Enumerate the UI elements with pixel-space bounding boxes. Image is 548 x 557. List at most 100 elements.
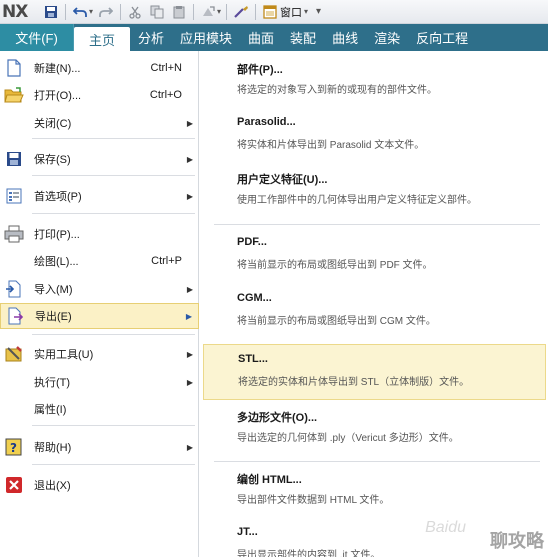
export-item-title: 多边形文件(O)... bbox=[237, 412, 318, 424]
chevron-right-icon: ▶ bbox=[186, 118, 193, 128]
chevron-right-icon: ▶ bbox=[185, 311, 192, 321]
menu-item-label: 实用工具(U) bbox=[34, 349, 94, 361]
menu-item-label: 帮助(H) bbox=[34, 442, 72, 454]
export-item-title: Parasolid... bbox=[237, 116, 296, 128]
cut-icon[interactable] bbox=[126, 3, 144, 21]
export-item-pdf[interactable]: PDF... 将当前显示的布局或图纸导出到 PDF 文件。 bbox=[203, 228, 546, 284]
menu-item-label: 保存(S) bbox=[34, 154, 71, 166]
export-item-cgm[interactable]: CGM... 将当前显示的布局或图纸导出到 CGM 文件。 bbox=[203, 284, 546, 340]
menu-item-new[interactable]: 新建(N)... Ctrl+N bbox=[0, 55, 199, 81]
repeat-command-icon[interactable] bbox=[199, 3, 217, 21]
undo-icon[interactable] bbox=[71, 3, 89, 21]
tab-file[interactable]: 文件(F) bbox=[0, 24, 74, 51]
new-file-icon bbox=[3, 57, 25, 79]
ribbon-tab-bar: 文件(F) 主页 分析 应用模块 曲面 装配 曲线 渲染 反向工程 bbox=[0, 24, 548, 51]
utilities-icon bbox=[3, 343, 25, 365]
menu-item-save[interactable]: 保存(S) ▶ bbox=[0, 146, 199, 172]
menu-item-execute[interactable]: 执行(T) ▶ bbox=[0, 369, 199, 395]
tab-curve[interactable]: 曲线 bbox=[324, 24, 366, 51]
redo-icon[interactable] bbox=[97, 3, 115, 21]
export-item-title: 部件(P)... bbox=[237, 64, 283, 76]
export-item-description: 导出选定的几何体到 .ply（Vericut 多边形）文件。 bbox=[237, 433, 459, 444]
menu-item-properties[interactable]: 属性(I) bbox=[0, 396, 199, 422]
toolbar-separator bbox=[120, 3, 122, 20]
shortcut-label: Ctrl+O bbox=[149, 89, 182, 101]
export-item-title: STL... bbox=[238, 353, 268, 365]
export-item-title: 编创 HTML... bbox=[237, 474, 302, 486]
save-icon[interactable] bbox=[42, 3, 60, 21]
paste-icon[interactable] bbox=[170, 3, 188, 21]
export-item-title: PDF... bbox=[237, 236, 267, 248]
tab-home[interactable]: 主页 bbox=[74, 27, 130, 51]
tab-render[interactable]: 渲染 bbox=[366, 24, 408, 51]
open-folder-icon bbox=[3, 84, 25, 106]
menu-item-label: 导出(E) bbox=[35, 311, 72, 323]
menu-item-plot[interactable]: 绘图(L)... Ctrl+P bbox=[0, 248, 199, 274]
tab-analysis[interactable]: 分析 bbox=[130, 24, 172, 51]
menu-item-print[interactable]: 打印(P)... bbox=[0, 221, 199, 247]
svg-text:?: ? bbox=[10, 441, 17, 455]
toolbar-separator bbox=[255, 3, 257, 20]
toolbar-separator bbox=[193, 3, 195, 20]
chevron-down-icon[interactable]: ▾ bbox=[89, 7, 93, 16]
menu-item-help[interactable]: ? 帮助(H) ▶ bbox=[0, 434, 199, 460]
menu-item-close[interactable]: 关闭(C) ▶ bbox=[0, 110, 199, 136]
tab-reverse-engineering[interactable]: 反向工程 bbox=[408, 24, 476, 51]
window-label: 窗口 bbox=[280, 6, 303, 19]
chevron-right-icon: ▶ bbox=[186, 349, 193, 359]
menu-item-label: 绘图(L)... bbox=[34, 256, 79, 268]
menu-item-exit[interactable]: 退出(X) bbox=[0, 472, 199, 498]
export-item-description: 导出显示部件的内容到 .jt 文件。 bbox=[237, 550, 381, 557]
preferences-icon bbox=[3, 185, 25, 207]
export-item-stl[interactable]: STL... 将选定的实体和片体导出到 STL（立体制版）文件。 bbox=[203, 344, 546, 400]
menu-item-open[interactable]: 打开(O)... Ctrl+O bbox=[0, 82, 199, 108]
export-item-description: 将选定的对象写入到新的或现有的部件文件。 bbox=[237, 85, 437, 96]
export-item-polygon-file[interactable]: 多边形文件(O)... 导出选定的几何体到 .ply（Vericut 多边形）文… bbox=[203, 401, 546, 457]
tab-assembly[interactable]: 装配 bbox=[282, 24, 324, 51]
menu-item-utilities[interactable]: 实用工具(U) ▶ bbox=[0, 341, 199, 367]
export-item-description: 将当前显示的布局或图纸导出到 CGM 文件。 bbox=[237, 316, 436, 327]
menu-item-label: 退出(X) bbox=[34, 480, 71, 492]
window-menu-button[interactable]: 窗口 ▾ bbox=[263, 4, 310, 20]
export-item-parasolid[interactable]: Parasolid... 将实体和片体导出到 Parasolid 文本文件。 bbox=[203, 108, 546, 164]
menu-item-label: 首选项(P) bbox=[34, 191, 82, 203]
customize-toolbar-icon[interactable]: ▾ bbox=[316, 6, 321, 17]
export-item-user-defined-feature[interactable]: 用户定义特征(U)... 使用工作部件中的几何体导出用户定义特征定义部件。 bbox=[203, 163, 546, 219]
chevron-right-icon: ▶ bbox=[186, 377, 193, 387]
nx-logo: NX bbox=[2, 1, 28, 22]
chevron-right-icon: ▶ bbox=[186, 154, 193, 164]
menu-item-label: 打印(P)... bbox=[34, 229, 80, 241]
menu-separator bbox=[32, 334, 195, 335]
printer-icon bbox=[3, 223, 25, 245]
menu-separator bbox=[214, 461, 540, 462]
export-item-author-html[interactable]: 编创 HTML... 导出部件文件数据到 HTML 文件。 bbox=[203, 463, 546, 519]
menu-item-import[interactable]: 导入(M) ▶ bbox=[0, 276, 199, 302]
help-icon: ? bbox=[3, 436, 25, 458]
menu-separator bbox=[32, 425, 195, 426]
menu-separator bbox=[32, 138, 195, 139]
menu-item-label: 导入(M) bbox=[34, 284, 73, 296]
menu-item-label: 执行(T) bbox=[34, 377, 71, 389]
chevron-down-icon[interactable]: ▾ bbox=[217, 7, 221, 16]
shortcut-label: Ctrl+N bbox=[150, 62, 182, 74]
menu-item-label: 属性(I) bbox=[34, 404, 67, 416]
chevron-down-icon: ▾ bbox=[304, 7, 309, 16]
export-icon bbox=[4, 305, 26, 327]
watermark-text: 聊攻略 bbox=[490, 531, 544, 551]
menu-separator bbox=[214, 224, 540, 225]
menu-separator bbox=[32, 213, 195, 214]
command-finder-icon[interactable] bbox=[232, 3, 250, 21]
import-icon bbox=[3, 278, 25, 300]
menu-item-label: 打开(O)... bbox=[34, 90, 82, 102]
tab-surface[interactable]: 曲面 bbox=[240, 24, 282, 51]
export-item-part[interactable]: 部件(P)... 将选定的对象写入到新的或现有的部件文件。 bbox=[203, 53, 546, 109]
copy-icon[interactable] bbox=[148, 3, 166, 21]
export-item-description: 导出部件文件数据到 HTML 文件。 bbox=[237, 495, 390, 506]
menu-separator bbox=[32, 464, 195, 465]
tab-application[interactable]: 应用模块 bbox=[172, 24, 240, 51]
menu-item-export[interactable]: 导出(E) ▶ bbox=[0, 303, 199, 329]
file-menu: 新建(N)... Ctrl+N 打开(O)... Ctrl+O 关闭(C) ▶ … bbox=[0, 51, 199, 557]
menu-item-label: 新建(N)... bbox=[34, 63, 81, 75]
menu-item-preferences[interactable]: 首选项(P) ▶ bbox=[0, 183, 199, 209]
window-icon bbox=[263, 4, 277, 19]
